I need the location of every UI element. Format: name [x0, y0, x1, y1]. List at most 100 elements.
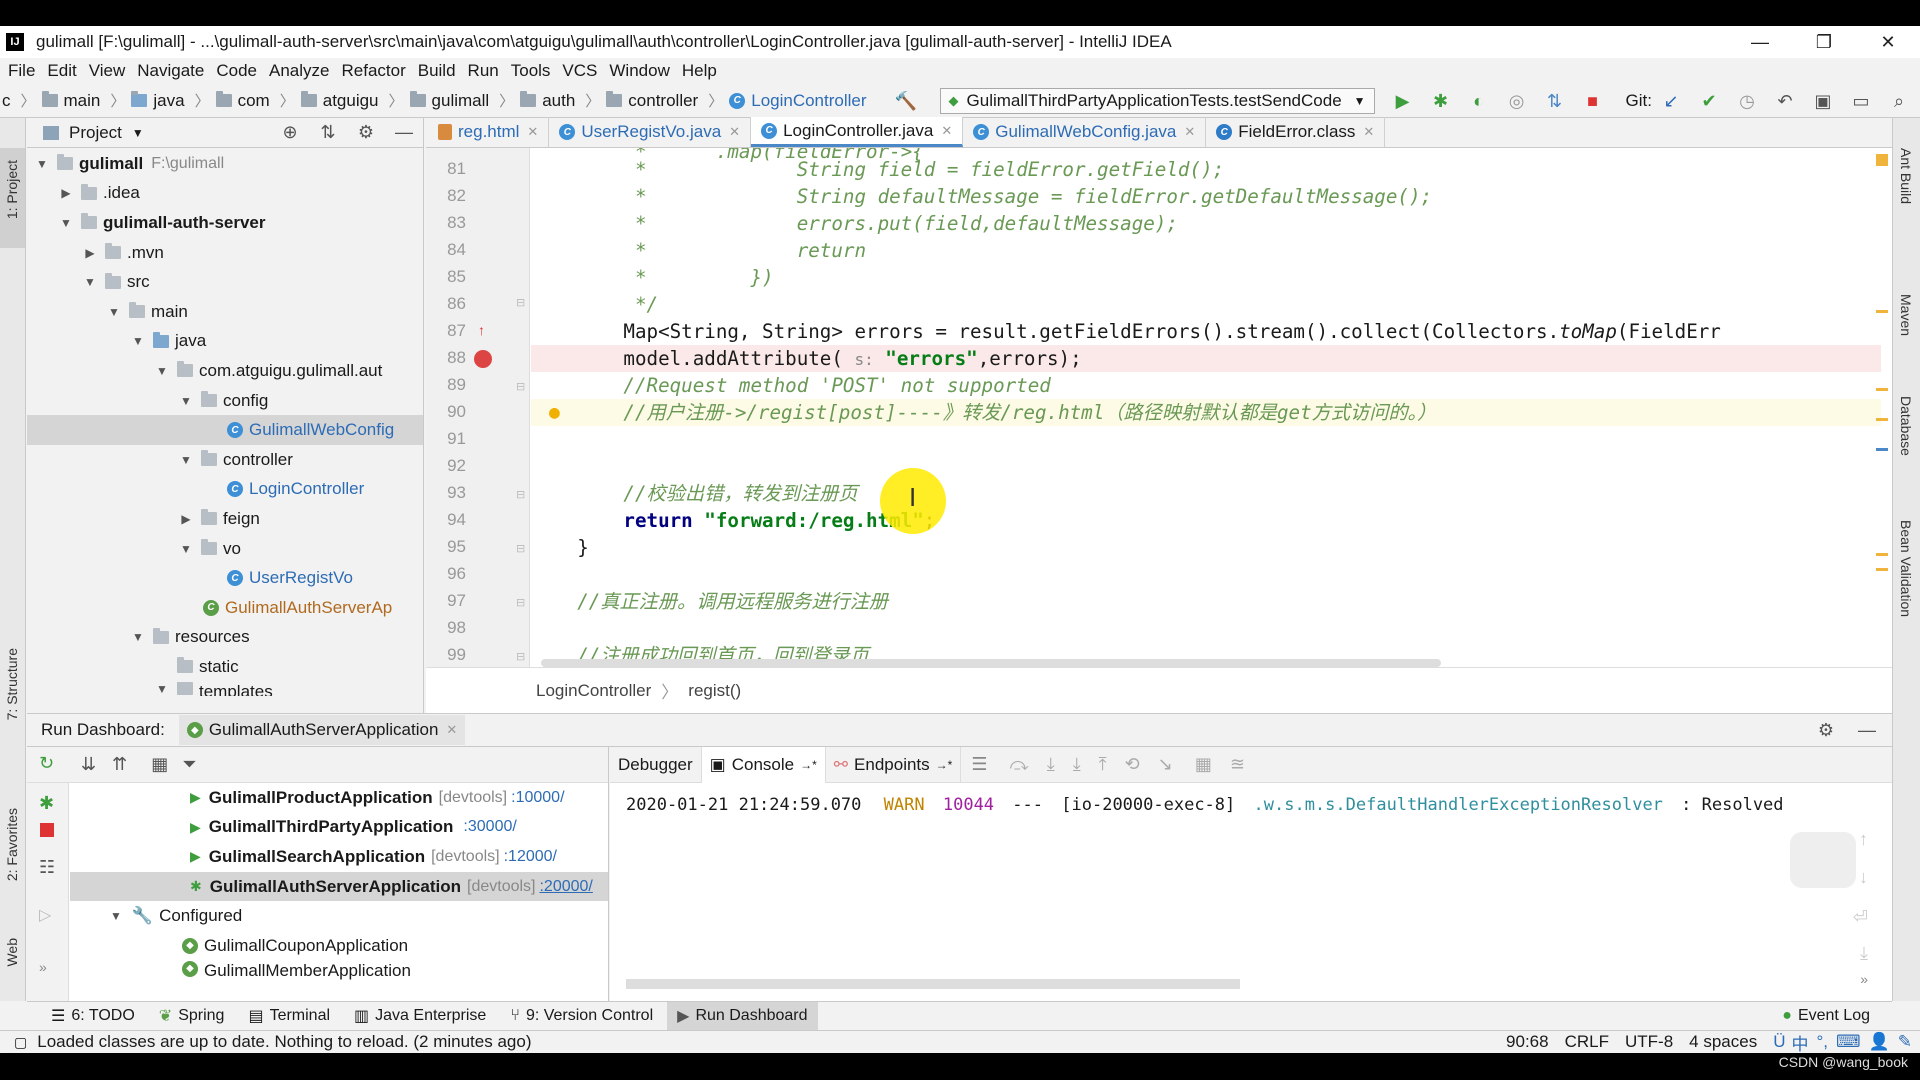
close-icon[interactable]: ✕ [1184, 124, 1195, 140]
tab-reg-html[interactable]: reg.html ✕ [426, 117, 550, 147]
ime-mode[interactable]: 中 [1792, 1030, 1809, 1054]
tool-favorites[interactable]: 2: Favorites [4, 808, 20, 881]
tool-spring[interactable]: ❦ Spring [149, 1002, 235, 1031]
tree-item[interactable]: C GulimallWebConfig [27, 415, 423, 445]
expand-arrow-icon[interactable]: ▼ [107, 305, 121, 319]
service-item[interactable]: ▶ GulimallProductApplication [devtools]:10… [70, 783, 608, 813]
menu-run[interactable]: Run [468, 61, 499, 81]
tab-endpoints[interactable]: ⚯ Endpoints →* [826, 746, 962, 783]
close-icon[interactable]: ✕ [941, 123, 952, 139]
run-config-select[interactable]: ◆ GulimallThirdPartyApplicationTests.tes… [939, 87, 1375, 114]
presentation-icon[interactable]: ▭ [1851, 91, 1871, 111]
expand-arrow-icon[interactable]: ▼ [83, 275, 97, 289]
tree-icon[interactable]: ☷ [39, 857, 55, 878]
locate-icon[interactable]: ⊕ [271, 122, 309, 143]
status-message[interactable]: Loaded classes are up to date. Nothing t… [37, 1032, 531, 1052]
tree-item[interactable]: ▼ gulimall F:\gulimall [27, 149, 423, 179]
fold-marker-icon[interactable]: ⊟ [516, 650, 525, 663]
configured-group[interactable]: ▼ 🔧 Configured [70, 901, 608, 931]
minimize-icon[interactable]: — [1728, 26, 1792, 58]
git-update-icon[interactable]: ↙ [1661, 91, 1681, 111]
menu-build[interactable]: Build [418, 61, 456, 81]
tree-item[interactable]: ▼ main [27, 297, 423, 327]
tool-event-log[interactable]: ● Event Log [1772, 1002, 1880, 1031]
tool-ant-build[interactable]: Ant Build [1898, 148, 1914, 204]
hide-icon[interactable]: — [385, 122, 423, 143]
close-icon[interactable]: ✕ [1856, 26, 1920, 58]
expand-all-icon[interactable]: ⇊ [81, 754, 96, 775]
fold-marker-icon[interactable]: ⊟ [516, 380, 525, 393]
expand-arrow-icon[interactable]: ▼ [131, 630, 145, 644]
close-icon[interactable]: ✕ [729, 124, 740, 140]
tree-item[interactable]: ▼ config [27, 386, 423, 416]
debug-icon[interactable]: ✱ [1431, 91, 1451, 111]
crumb-main[interactable]: main [41, 91, 100, 111]
menu-file[interactable]: File [8, 61, 35, 81]
line-separator[interactable]: CRLF [1565, 1032, 1609, 1052]
tab-userregistvo[interactable]: C UserRegistVo.java ✕ [549, 117, 752, 147]
tree-item[interactable]: ▼ vo [27, 534, 423, 564]
error-stripe-mark[interactable] [1876, 568, 1888, 571]
expand-arrow-icon[interactable]: ▼ [131, 334, 145, 348]
group-icon[interactable]: ▦ [151, 754, 168, 775]
override-marker-icon[interactable]: ↑ [478, 322, 485, 338]
coverage-icon[interactable]: ◐ [1469, 91, 1489, 111]
scroll-to-end-icon[interactable]: ⤓ [1860, 943, 1868, 964]
video-overlay-button[interactable] [1790, 832, 1856, 888]
close-icon[interactable]: ✕ [446, 722, 457, 738]
project-title[interactable]: Project [69, 123, 122, 143]
step-over-icon[interactable]: ⤼ [1009, 754, 1028, 775]
tree-item[interactable]: ▶ .mvn [27, 238, 423, 268]
update-app-icon[interactable]: ⇅ [1545, 91, 1565, 111]
tree-item[interactable]: ▶ feign [27, 504, 423, 534]
crumb-com[interactable]: com [215, 91, 270, 111]
tree-item[interactable]: ▶ .idea [27, 179, 423, 209]
tree-item[interactable]: ▼ src [27, 267, 423, 297]
service-item[interactable]: ✱ GulimallAuthServerApplication [devtools]… [70, 871, 608, 902]
service-port-link[interactable]: :10000/ [511, 789, 564, 807]
inspection-status-icon[interactable] [1876, 154, 1888, 166]
tool-database[interactable]: Database [1898, 396, 1914, 456]
tab-gulimallwebconfig[interactable]: C GulimallWebConfig.java ✕ [963, 117, 1207, 147]
profile-icon[interactable]: ◎ [1507, 91, 1527, 111]
force-step-into-icon[interactable]: ⤓ [1073, 754, 1081, 775]
tree-item[interactable]: ▼ gulimall-auth-server [27, 208, 423, 238]
fold-marker-icon[interactable]: ⊟ [516, 542, 525, 555]
line-number-gutter[interactable]: 81 82 83 84 85 86 87 88 89 90 91 92 93 9… [426, 148, 530, 667]
crumb-atguigu[interactable]: atguigu [300, 91, 379, 111]
history-icon[interactable]: ◷ [1737, 91, 1757, 111]
fold-marker-icon[interactable]: ⊟ [516, 296, 525, 309]
service-port-link[interactable]: :20000/ [539, 878, 592, 896]
expand-arrow-icon[interactable]: ▼ [110, 909, 122, 923]
tool-java-enterprise[interactable]: ▥ Java Enterprise [344, 1002, 496, 1031]
code-area[interactable]: * .map(fieldError->{ * String field = fi… [531, 148, 1881, 667]
hide-icon[interactable]: — [1858, 720, 1876, 741]
menu-vcs[interactable]: VCS [562, 61, 597, 81]
error-stripe-mark[interactable] [1876, 448, 1888, 451]
crumb-gulimall[interactable]: gulimall [409, 91, 489, 111]
tool-icon[interactable]: ✎ [1898, 1032, 1912, 1052]
lightbulb-icon[interactable]: ● [549, 402, 560, 423]
tree-item[interactable]: ▼ java [27, 327, 423, 357]
scroll-up-icon[interactable]: ↑ [1859, 829, 1868, 850]
error-stripe-mark[interactable] [1876, 388, 1888, 391]
breakpoint-icon[interactable] [474, 350, 492, 368]
scroll-down-icon[interactable]: ↓ [1859, 867, 1868, 888]
resume-icon[interactable]: ▷ [39, 905, 51, 925]
crumb-logincontroller[interactable]: C LoginController [729, 91, 867, 111]
menu-navigate[interactable]: Navigate [137, 61, 204, 81]
expand-arrow-icon[interactable]: ▼ [35, 157, 49, 171]
menu-refactor[interactable]: Refactor [341, 61, 405, 81]
expand-arrow-icon[interactable]: ▼ [155, 364, 169, 378]
ime-icon[interactable]: Ü [1773, 1032, 1785, 1052]
tree-item[interactable]: C GulimallAuthServerAp [27, 593, 423, 623]
more-icon[interactable]: » [1860, 971, 1868, 987]
tree-item[interactable]: ▼ templates [27, 681, 423, 696]
service-item[interactable]: ◆ GulimallMemberApplication [70, 960, 608, 980]
caret-position[interactable]: 90:68 [1506, 1032, 1549, 1052]
error-stripe-mark[interactable] [1876, 418, 1888, 421]
gear-icon[interactable]: ⚙ [347, 122, 385, 143]
error-stripe-mark[interactable] [1876, 553, 1888, 556]
file-encoding[interactable]: UTF-8 [1625, 1032, 1673, 1052]
search-icon[interactable]: ⌕ [1889, 91, 1909, 111]
